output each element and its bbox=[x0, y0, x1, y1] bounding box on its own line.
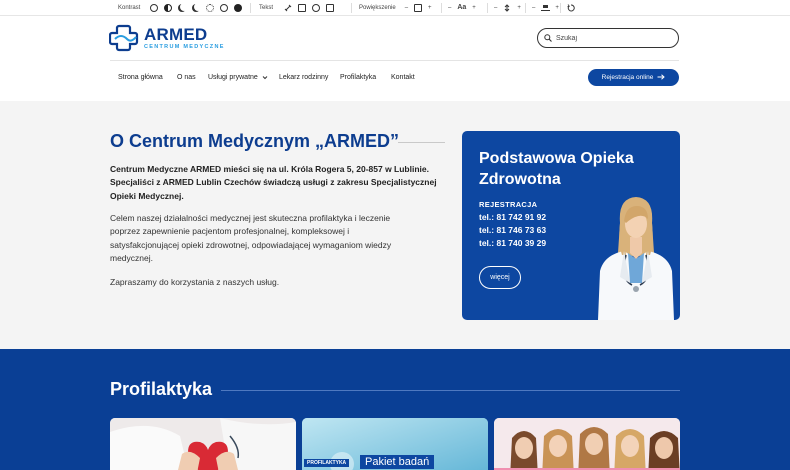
zoom-plus-button[interactable]: + bbox=[428, 5, 432, 11]
font-size-icon: Aa bbox=[457, 4, 467, 11]
font-minus-button[interactable]: – bbox=[448, 5, 451, 11]
about-lead: Centrum Medyczne ARMED mieści się na ul.… bbox=[110, 164, 437, 201]
tile-badge: PROFILAKTYKA bbox=[304, 459, 350, 467]
contrast-default-icon[interactable] bbox=[150, 4, 159, 12]
separator bbox=[487, 3, 488, 13]
online-registration-button[interactable]: Rejestracja online bbox=[588, 69, 679, 86]
letter-spacing-group: – + bbox=[532, 0, 559, 16]
section-divider bbox=[221, 390, 680, 391]
header-divider bbox=[110, 60, 679, 61]
high-contrast-icon[interactable] bbox=[234, 4, 243, 12]
logo-subtitle: CENTRUM MEDYCZNE bbox=[144, 43, 225, 50]
night-mode-icon[interactable] bbox=[192, 4, 200, 12]
nav-home[interactable]: Strona główna bbox=[118, 70, 177, 84]
more-button[interactable]: więcej bbox=[479, 266, 521, 289]
line-height-minus-button[interactable]: – bbox=[494, 5, 497, 11]
prevention-tile-tests[interactable]: PROFILAKTYKA Pakiet badań bbox=[302, 418, 488, 470]
prevention-title: Profilaktyka bbox=[110, 379, 213, 399]
phone-number[interactable]: tel.: 81 742 91 92 bbox=[479, 212, 546, 222]
online-registration-label: Rejestracja online bbox=[601, 74, 654, 81]
dark-mode-icon[interactable] bbox=[178, 4, 186, 12]
search-box[interactable] bbox=[537, 28, 679, 48]
line-height-icon bbox=[503, 4, 511, 12]
logo[interactable]: ARMED CENTRUM MEDYCZNE bbox=[108, 24, 225, 52]
reset-group bbox=[567, 0, 575, 16]
separator bbox=[250, 3, 251, 13]
prevention-tile-women[interactable] bbox=[494, 418, 680, 470]
registration-heading: REJESTRACJA bbox=[479, 200, 538, 209]
primary-care-title: Podstawowa Opieka Zdrowotna bbox=[479, 150, 634, 188]
light-mode-icon[interactable] bbox=[206, 4, 215, 12]
tile-caption: Pakiet badań bbox=[360, 455, 435, 469]
nav-prevention[interactable]: Profilaktyka bbox=[340, 70, 391, 84]
nav-about[interactable]: O nas bbox=[177, 70, 208, 84]
doctor-photo bbox=[598, 197, 674, 320]
heart-photo bbox=[110, 418, 296, 470]
nav-contact[interactable]: Kontakt bbox=[391, 70, 415, 84]
nav-private-services[interactable]: Usługi prywatne bbox=[208, 70, 279, 84]
letter-spacing-icon bbox=[541, 4, 551, 12]
phone-number[interactable]: tel.: 81 746 73 63 bbox=[479, 225, 546, 235]
line-height-group: – + bbox=[494, 0, 521, 16]
contrast-label: Kontrast bbox=[118, 5, 141, 11]
logo-title: ARMED bbox=[144, 24, 208, 44]
about-paragraph: Celem naszej działalności medycznej jest… bbox=[110, 213, 392, 263]
contrast-half-icon[interactable] bbox=[164, 4, 173, 12]
title-divider bbox=[398, 142, 445, 143]
main-nav: Strona główna O nas Usługi prywatne Leka… bbox=[118, 70, 415, 84]
prevention-tile-heart[interactable] bbox=[110, 418, 296, 470]
text-spacing-icon[interactable] bbox=[326, 4, 335, 12]
search-icon bbox=[544, 29, 552, 47]
contrast-group: Kontrast bbox=[118, 0, 243, 16]
font-size-group: – Aa + bbox=[448, 0, 476, 16]
reset-icon[interactable] bbox=[567, 4, 575, 12]
nav-private-services-label: Usługi prywatne bbox=[208, 73, 258, 81]
search-input[interactable] bbox=[556, 34, 666, 42]
font-plus-button[interactable]: + bbox=[472, 5, 476, 11]
text-group: Tekst bbox=[259, 0, 335, 16]
line-height-plus-button[interactable]: + bbox=[517, 5, 521, 11]
letter-spacing-plus-button[interactable]: + bbox=[555, 5, 559, 11]
women-group-photo bbox=[494, 418, 680, 470]
letter-spacing-minus-button[interactable]: – bbox=[532, 5, 535, 11]
primary-care-card: Podstawowa Opieka Zdrowotna REJESTRACJA … bbox=[462, 131, 680, 320]
medical-cross-logo-icon bbox=[108, 24, 139, 52]
text-label: Tekst bbox=[259, 5, 274, 11]
about-title: O Centrum Medycznym „ARMED” bbox=[110, 131, 400, 151]
about-invitation: Zapraszamy do korzystania z naszych usłu… bbox=[110, 277, 280, 287]
nav-family-doctor[interactable]: Lekarz rodzinny bbox=[279, 70, 340, 84]
page-zoom-icon bbox=[414, 4, 423, 12]
phone-number[interactable]: tel.: 81 740 39 29 bbox=[479, 238, 546, 248]
logo-text: ARMED CENTRUM MEDYCZNE bbox=[144, 26, 225, 51]
zoom-group: Powiększenie – + bbox=[359, 0, 432, 16]
separator bbox=[525, 3, 526, 13]
zoom-label: Powiększenie bbox=[359, 5, 396, 11]
underline-icon[interactable] bbox=[312, 4, 321, 12]
separator bbox=[560, 3, 561, 13]
separator bbox=[441, 3, 442, 13]
zoom-minus-button[interactable]: – bbox=[405, 5, 408, 11]
link-highlight-icon[interactable] bbox=[284, 4, 292, 12]
arrow-right-icon bbox=[657, 73, 666, 82]
chevron-down-icon bbox=[262, 75, 268, 80]
readable-font-icon[interactable] bbox=[298, 4, 307, 12]
separator bbox=[351, 3, 352, 13]
accessibility-toolbar: Kontrast Tekst Powiększenie – + – Aa + – bbox=[0, 0, 790, 16]
invert-icon[interactable] bbox=[220, 4, 229, 12]
